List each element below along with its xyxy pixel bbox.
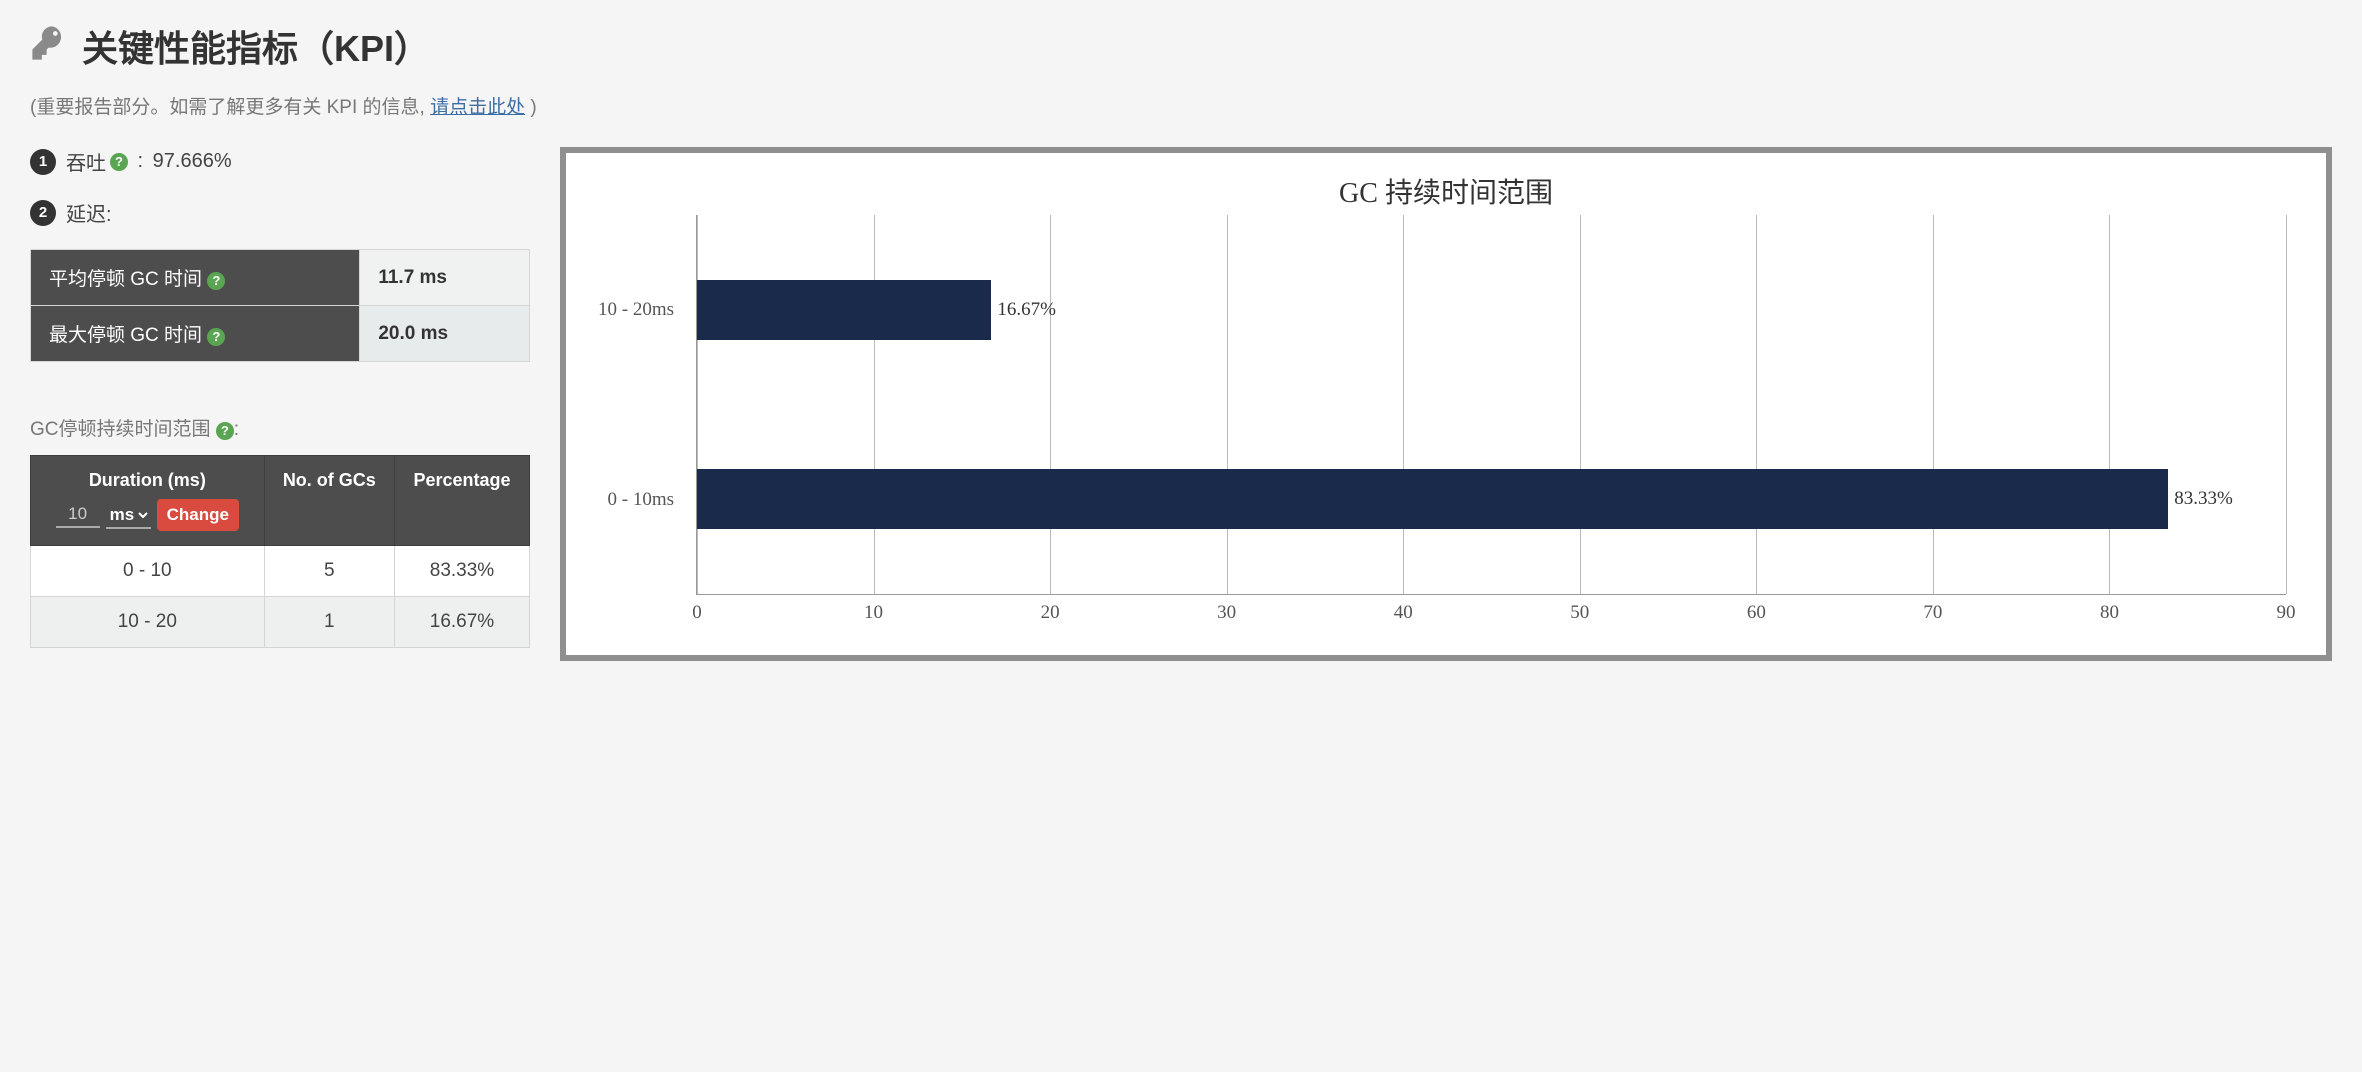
table-row: 0 - 10 5 83.33% xyxy=(31,546,530,597)
chart-xtick: 20 xyxy=(1041,602,1060,624)
chart-bar-label: 83.33% xyxy=(2174,488,2233,510)
duration-section-label: GC停顿持续时间范围 xyxy=(30,419,211,440)
chart-xtick: 90 xyxy=(2277,602,2296,624)
chart-xtick: 70 xyxy=(1923,602,1942,624)
chart-xtick: 30 xyxy=(1217,602,1236,624)
chart-card: GC 持续时间范围 0 10 20 30 40 50 60 70 80 90 16.67% 83.33… xyxy=(560,147,2332,661)
chart-gridline xyxy=(1050,215,1051,594)
table-row: 10 - 20 1 16.67% xyxy=(31,597,530,648)
chart-bar-label: 16.67% xyxy=(997,299,1056,321)
cell-pct: 83.33% xyxy=(394,546,529,597)
chart-gridline xyxy=(1580,215,1581,594)
kpi-row-value: 11.7 ms xyxy=(360,250,530,306)
chart-gridline xyxy=(2286,215,2287,594)
help-icon[interactable]: ? xyxy=(216,422,234,440)
badge-2: 2 xyxy=(30,200,56,226)
chart-bar xyxy=(697,469,2168,529)
chart-ytick: 0 - 10ms xyxy=(586,489,686,511)
subtitle-prefix: (重要报告部分。如需了解更多有关 KPI 的信息, xyxy=(30,97,430,118)
page-title: 关键性能指标（KPI） xyxy=(82,20,430,72)
badge-1: 1 xyxy=(30,149,56,175)
duration-unit-select[interactable]: ms xyxy=(106,502,151,529)
cell-count: 5 xyxy=(264,546,394,597)
throughput-line: 1 吞吐 ? : 97.666% xyxy=(30,147,530,176)
throughput-value: 97.666% xyxy=(153,150,232,173)
help-icon[interactable]: ? xyxy=(110,153,128,171)
key-icon xyxy=(30,24,68,68)
help-icon[interactable]: ? xyxy=(207,328,225,346)
chart-xtick: 80 xyxy=(2100,602,2119,624)
cell-count: 1 xyxy=(264,597,394,648)
chart-gridline xyxy=(697,215,698,594)
chart-gridline xyxy=(1227,215,1228,594)
chart-xtick: 40 xyxy=(1394,602,1413,624)
cell-range: 10 - 20 xyxy=(31,597,265,648)
chart-plot: 0 10 20 30 40 50 60 70 80 90 16.67% 83.33% 10 - 20m… xyxy=(586,215,2306,635)
latency-label: 延迟: xyxy=(66,198,112,227)
chart-gridline xyxy=(1403,215,1404,594)
duration-table: Duration (ms) ms Change No. of GCs Perce… xyxy=(30,455,530,648)
chart-title: GC 持续时间范围 xyxy=(586,171,2306,211)
chart-gridline xyxy=(1933,215,1934,594)
chart-xtick: 0 xyxy=(692,602,702,624)
kpi-row-label: 平均停顿 GC 时间 xyxy=(49,269,202,290)
kpi-row-label: 最大停顿 GC 时间 xyxy=(49,325,202,346)
chart-bar xyxy=(697,280,991,340)
col-duration: Duration (ms) xyxy=(41,470,254,491)
chart-gridline xyxy=(2109,215,2110,594)
cell-range: 0 - 10 xyxy=(31,546,265,597)
table-row: 最大停顿 GC 时间 ? 20.0 ms xyxy=(31,306,530,362)
kpi-info-link[interactable]: 请点击此处 xyxy=(430,97,525,118)
change-button[interactable]: Change xyxy=(157,499,239,531)
chart-xtick: 60 xyxy=(1747,602,1766,624)
chart-gridline xyxy=(1756,215,1757,594)
duration-input[interactable] xyxy=(56,502,100,528)
chart-xtick: 50 xyxy=(1570,602,1589,624)
table-row: 平均停顿 GC 时间 ? 11.7 ms xyxy=(31,250,530,306)
chart-ytick: 10 - 20ms xyxy=(586,299,686,321)
kpi-table: 平均停顿 GC 时间 ? 11.7 ms 最大停顿 GC 时间 ? 20.0 m… xyxy=(30,249,530,362)
throughput-label: 吞吐 xyxy=(66,147,106,176)
subtitle: (重要报告部分。如需了解更多有关 KPI 的信息, 请点击此处 ) xyxy=(30,92,2332,119)
subtitle-suffix: ) xyxy=(530,97,536,118)
chart-xtick: 10 xyxy=(864,602,883,624)
kpi-row-value: 20.0 ms xyxy=(360,306,530,362)
col-pct: Percentage xyxy=(394,456,529,546)
col-gcs: No. of GCs xyxy=(264,456,394,546)
chart-gridline xyxy=(874,215,875,594)
cell-pct: 16.67% xyxy=(394,597,529,648)
help-icon[interactable]: ? xyxy=(207,272,225,290)
latency-line: 2 延迟: xyxy=(30,198,530,227)
